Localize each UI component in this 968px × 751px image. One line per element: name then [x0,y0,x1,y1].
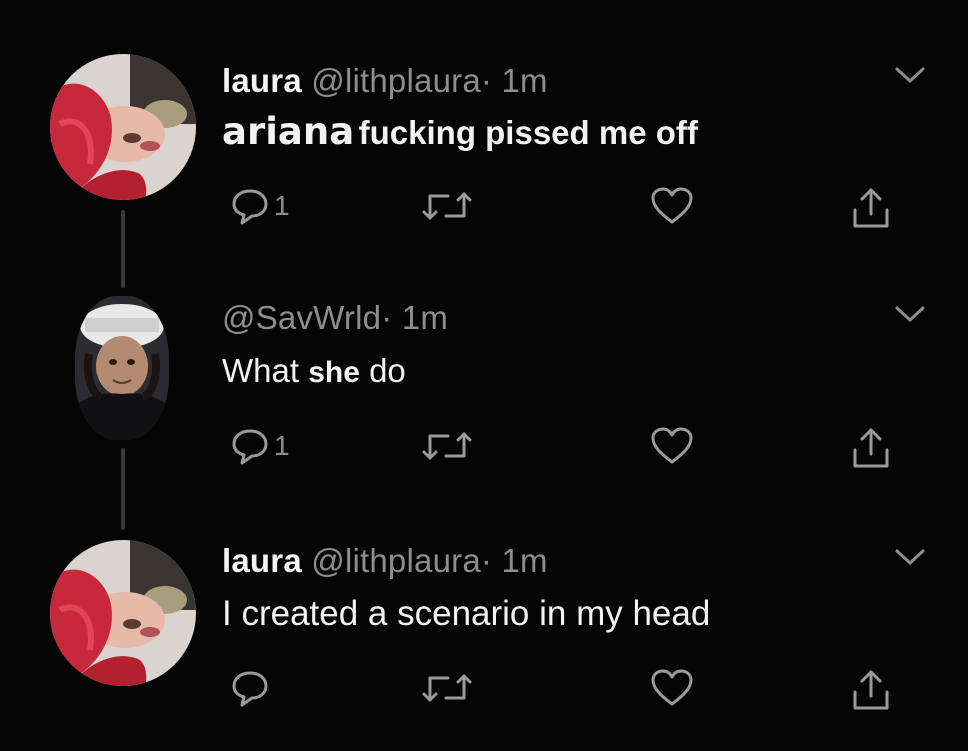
retweet-button[interactable] [422,186,472,226]
tweet-text: What she do [222,352,406,390]
share-icon [853,670,889,710]
retweet-icon [422,674,472,702]
like-button[interactable] [650,426,694,466]
tweet-header: laura @lithplaura· 1m [222,542,548,580]
like-button[interactable] [650,668,694,708]
separator-dot: · [480,62,493,99]
tweet-text-part: do [369,352,406,389]
tweet-text-part: ariana [222,110,355,153]
reply-count: 1 [274,430,290,461]
share-icon [853,188,889,228]
retweet-icon [422,192,472,220]
tweet-header: laura @lithplaura· 1m [222,62,548,100]
chevron-down-icon[interactable] [893,64,927,86]
user-handle[interactable]: @SavWrld [222,299,381,336]
share-icon [853,428,889,468]
display-name[interactable]: laura [222,62,302,99]
chevron-down-icon[interactable] [893,303,927,325]
thread-connector-line-1 [121,210,125,288]
timestamp[interactable]: 1m [402,299,448,336]
share-button[interactable] [850,186,892,230]
user-handle[interactable]: @lithplaura [311,542,481,579]
reply-button[interactable] [230,668,274,708]
avatar-laura[interactable] [50,540,196,686]
tweet-text-part: fucking pissed me off [358,114,698,151]
retweet-button[interactable] [422,668,472,708]
reply-button[interactable]: 1 [230,426,290,466]
display-name[interactable]: laura [222,542,302,579]
like-button[interactable] [650,186,694,226]
reply-icon [232,189,268,225]
tweet-actions: 1 [222,426,922,468]
tweet-text: ariana fucking pissed me off [222,110,698,153]
chevron-down-icon[interactable] [893,546,927,568]
reply-button[interactable]: 1 [230,186,290,226]
heart-icon [651,427,693,464]
thread-connector-line-2 [121,448,125,530]
tweet-text: I created a scenario in my head [222,594,710,634]
tweet-text-part: she [308,356,360,389]
retweet-icon [422,432,472,460]
tweet-actions: 1 [222,186,922,228]
timestamp[interactable]: 1m [501,542,547,579]
retweet-button[interactable] [422,426,472,466]
avatar-savwrld[interactable] [75,296,169,440]
tweet-text-content: I created a scenario in my head [222,594,711,633]
heart-icon [651,187,693,224]
tweet-text-part: What [222,352,300,389]
tweet-header: @SavWrld· 1m [222,299,448,337]
tweet-actions [222,668,922,710]
user-handle[interactable]: @lithplaura [311,62,481,99]
separator-dot: · [480,542,493,579]
reply-count: 1 [274,190,290,221]
separator-dot: · [381,299,393,336]
share-button[interactable] [850,668,892,712]
avatar-laura[interactable] [50,54,196,200]
reply-icon [232,429,268,465]
reply-icon [232,671,268,707]
timestamp[interactable]: 1m [501,62,547,99]
heart-icon [651,669,693,706]
share-button[interactable] [850,426,892,470]
